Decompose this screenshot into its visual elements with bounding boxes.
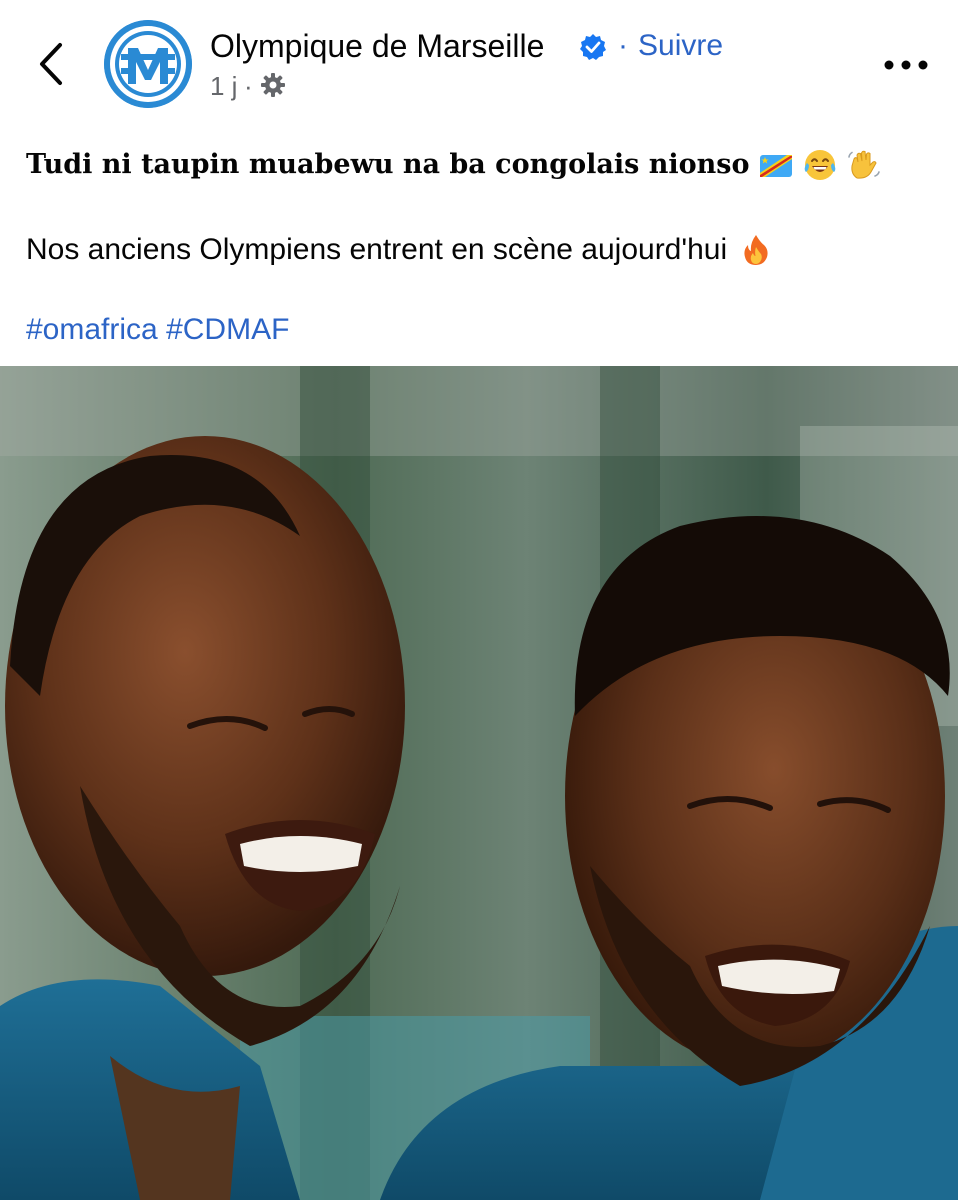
hashtag-cdmaf[interactable]: #CDMAF — [166, 313, 289, 346]
post-line-2-text: Nos anciens Olympiens entrent en scène a… — [26, 233, 728, 266]
more-horizontal-icon — [884, 60, 928, 70]
players-photo-image — [0, 366, 958, 1200]
follow-button[interactable]: Suivre — [638, 26, 723, 66]
post-text-line-1: Tudi ni taupin muabewu na ba congolais n… — [26, 143, 926, 187]
header-separator: · — [618, 29, 628, 62]
post-photo[interactable] — [0, 366, 958, 1200]
hashtag-omafrica[interactable]: #omafrica — [26, 313, 158, 346]
tears-of-joy-emoji — [805, 150, 836, 180]
page-avatar[interactable] — [104, 20, 192, 108]
verified-badge-icon — [580, 34, 606, 60]
more-options-button[interactable] — [878, 48, 934, 82]
chevron-left-icon — [40, 43, 62, 85]
gear-icon — [261, 73, 285, 97]
fire-emoji — [744, 235, 768, 265]
post-header: Olympique de Marseille · Suivre 1 j · — [0, 0, 958, 125]
hashtag-row: #omafrica #CDMAF — [26, 308, 926, 352]
post-timestamp[interactable]: 1 j — [210, 70, 237, 102]
drc-flag-emoji — [760, 155, 793, 177]
om-logo-icon — [104, 20, 192, 108]
waving-hand-emoji — [848, 150, 881, 179]
back-button[interactable] — [26, 36, 76, 92]
post-text-line-2: Nos anciens Olympiens entrent en scène a… — [26, 228, 926, 272]
page-name[interactable]: Olympique de Marseille — [210, 26, 544, 66]
post-line-1-text: Tudi ni taupin muabewu na ba congolais n… — [26, 149, 750, 180]
meta-separator: · — [244, 71, 253, 101]
